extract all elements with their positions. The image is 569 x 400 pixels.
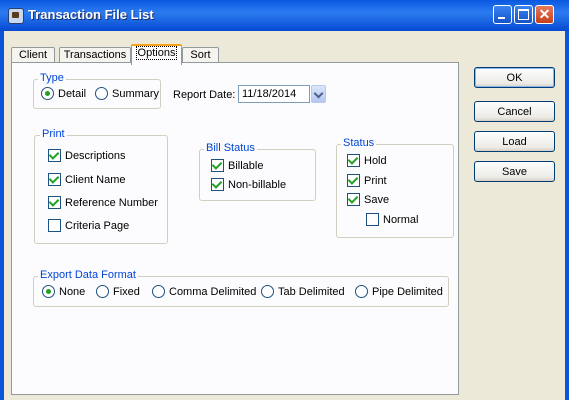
title-bar[interactable]: Transaction File List ✕ bbox=[0, 0, 569, 31]
radio-unselected-icon bbox=[152, 285, 165, 298]
radio-unselected-icon bbox=[95, 87, 108, 100]
app-icon bbox=[8, 8, 24, 24]
checkbox-checked-icon bbox=[48, 149, 61, 162]
tab-sort-label: Sort bbox=[190, 49, 211, 61]
radio-unselected-icon bbox=[96, 285, 109, 298]
checkbox-checked-icon bbox=[211, 159, 224, 172]
status-normal-checkbox[interactable]: Normal bbox=[366, 213, 418, 226]
report-date-label: Report Date: bbox=[173, 89, 236, 101]
print-reference-number-checkbox[interactable]: Reference Number bbox=[48, 196, 158, 209]
maximize-button[interactable] bbox=[514, 5, 533, 24]
checkbox-unchecked-icon bbox=[48, 219, 61, 232]
tab-options[interactable]: Options bbox=[131, 44, 182, 65]
export-tab-delimited-label: Tab Delimited bbox=[278, 285, 345, 298]
status-save-checkbox[interactable]: Save bbox=[347, 193, 389, 206]
type-summary-label: Summary bbox=[112, 87, 160, 100]
tab-options-label: Options bbox=[135, 46, 178, 60]
ok-button[interactable]: OK bbox=[474, 67, 555, 88]
print-criteria-page-label: Criteria Page bbox=[65, 219, 130, 232]
cancel-button[interactable]: Cancel bbox=[474, 101, 555, 122]
checkbox-checked-icon bbox=[347, 174, 360, 187]
window-frame-right bbox=[565, 31, 569, 400]
radio-unselected-icon bbox=[261, 285, 274, 298]
maximize-icon bbox=[518, 9, 529, 20]
type-detail-label: Detail bbox=[58, 87, 87, 100]
print-descriptions-checkbox[interactable]: Descriptions bbox=[48, 149, 126, 162]
print-client-name-label: Client Name bbox=[65, 173, 126, 186]
status-save-label: Save bbox=[364, 193, 390, 206]
status-hold-label: Hold bbox=[364, 154, 387, 167]
print-client-name-checkbox[interactable]: Client Name bbox=[48, 173, 126, 186]
status-print-checkbox[interactable]: Print bbox=[347, 174, 387, 187]
checkbox-checked-icon bbox=[211, 178, 224, 191]
status-hold-checkbox[interactable]: Hold bbox=[347, 154, 387, 167]
close-button[interactable]: ✕ bbox=[535, 5, 554, 24]
export-comma-delimited-label: Comma Delimited bbox=[169, 285, 257, 298]
tab-client[interactable]: Client bbox=[11, 47, 55, 63]
print-descriptions-label: Descriptions bbox=[65, 149, 126, 162]
print-reference-number-label: Reference Number bbox=[65, 196, 158, 209]
type-detail-radio[interactable]: Detail bbox=[41, 87, 86, 100]
export-tab-delimited-radio[interactable]: Tab Delimited bbox=[261, 285, 345, 298]
checkbox-checked-icon bbox=[347, 154, 360, 167]
export-data-format-title: Export Data Format bbox=[38, 269, 138, 281]
checkbox-checked-icon bbox=[347, 193, 360, 206]
report-date-dropdown-button[interactable] bbox=[311, 85, 326, 103]
minimize-icon bbox=[498, 17, 505, 19]
print-group-title: Print bbox=[40, 128, 67, 140]
window-title: Transaction File List bbox=[28, 7, 154, 22]
radio-selected-icon bbox=[41, 87, 54, 100]
export-none-label: None bbox=[59, 285, 86, 298]
transaction-file-list-window: Transaction File List ✕ Client Transacti… bbox=[0, 0, 569, 400]
export-fixed-radio[interactable]: Fixed bbox=[96, 285, 140, 298]
radio-unselected-icon bbox=[355, 285, 368, 298]
print-criteria-page-checkbox[interactable]: Criteria Page bbox=[48, 219, 129, 232]
tab-client-label: Client bbox=[18, 49, 48, 61]
export-pipe-delimited-radio[interactable]: Pipe Delimited bbox=[355, 285, 443, 298]
status-normal-label: Normal bbox=[383, 213, 419, 226]
tab-transactions-label: Transactions bbox=[63, 49, 127, 61]
bill-status-non-billable-label: Non-billable bbox=[228, 178, 287, 191]
bill-status-group-title: Bill Status bbox=[204, 142, 257, 154]
tab-sort[interactable]: Sort bbox=[182, 47, 219, 63]
checkbox-checked-icon bbox=[48, 196, 61, 209]
export-fixed-label: Fixed bbox=[113, 285, 140, 298]
type-group-title: Type bbox=[38, 72, 66, 84]
radio-selected-icon bbox=[42, 285, 55, 298]
save-button[interactable]: Save bbox=[474, 161, 555, 182]
status-print-label: Print bbox=[364, 174, 387, 187]
export-pipe-delimited-label: Pipe Delimited bbox=[372, 285, 443, 298]
bill-status-non-billable-checkbox[interactable]: Non-billable bbox=[211, 178, 286, 191]
tab-transactions[interactable]: Transactions bbox=[59, 47, 131, 63]
status-group-title: Status bbox=[341, 137, 377, 149]
minimize-button[interactable] bbox=[493, 5, 512, 24]
bill-status-group bbox=[199, 149, 316, 201]
type-summary-radio[interactable]: Summary bbox=[95, 87, 159, 100]
bill-status-billable-label: Billable bbox=[228, 159, 264, 172]
close-icon: ✕ bbox=[538, 6, 551, 22]
bill-status-billable-checkbox[interactable]: Billable bbox=[211, 159, 263, 172]
report-date-field[interactable]: 11/18/2014 bbox=[238, 85, 310, 103]
window-frame-left bbox=[0, 31, 4, 400]
export-none-radio[interactable]: None bbox=[42, 285, 85, 298]
checkbox-unchecked-icon bbox=[366, 213, 379, 226]
load-button[interactable]: Load bbox=[474, 131, 555, 152]
checkbox-checked-icon bbox=[48, 173, 61, 186]
export-comma-delimited-radio[interactable]: Comma Delimited bbox=[152, 285, 256, 298]
